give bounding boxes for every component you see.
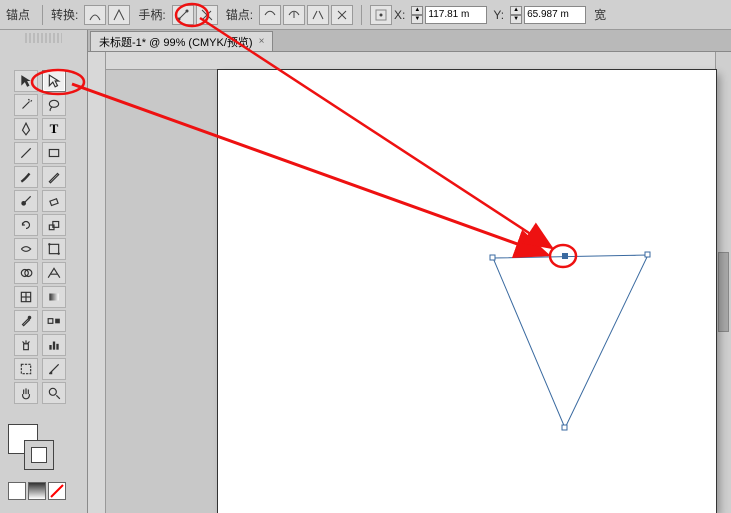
direct-selection-tool[interactable] <box>42 70 66 92</box>
type-tool[interactable]: T <box>42 118 66 140</box>
document-tab-bar: 未标题-1* @ 99% (CMYK/预览) × <box>0 30 731 52</box>
scrollbar-thumb[interactable] <box>718 252 729 332</box>
color-mode-solid[interactable] <box>8 482 26 500</box>
slice-tool[interactable] <box>42 358 66 380</box>
anchor2-label: 锚点: <box>226 6 253 23</box>
control-bar: 锚点 转换: 手柄: 锚点: X: ▲▼ Y: ▲▼ 宽 <box>0 0 731 30</box>
eyedropper-tool[interactable] <box>14 310 38 332</box>
color-mode-gradient[interactable] <box>28 482 46 500</box>
convert-corner-button[interactable] <box>108 5 130 25</box>
pen-tool[interactable] <box>14 118 38 140</box>
artboard[interactable] <box>218 70 716 513</box>
blob-brush-tool[interactable] <box>14 190 38 212</box>
artboard-tool[interactable] <box>14 358 38 380</box>
handle-label: 手柄: <box>138 6 165 23</box>
x-stepper[interactable]: ▲▼ <box>411 6 423 24</box>
width-tool[interactable] <box>14 238 38 260</box>
free-transform-tool[interactable] <box>42 238 66 260</box>
vector-drawing <box>218 70 716 513</box>
stroke-swatch[interactable] <box>24 440 54 470</box>
zoom-tool[interactable] <box>42 382 66 404</box>
anchor-add-button[interactable] <box>283 5 305 25</box>
blend-tool[interactable] <box>42 310 66 332</box>
symbol-sprayer-tool[interactable] <box>14 334 38 356</box>
pencil-tool[interactable] <box>42 166 66 188</box>
handle-show-button[interactable] <box>172 5 194 25</box>
close-icon[interactable]: × <box>259 36 265 47</box>
line-tool[interactable] <box>14 142 38 164</box>
ruler-horizontal <box>88 52 731 70</box>
selection-tool[interactable] <box>14 70 38 92</box>
brush-tool[interactable] <box>14 166 38 188</box>
y-label: Y: <box>493 8 504 22</box>
rotate-tool[interactable] <box>14 214 38 236</box>
toolbox: T <box>0 30 88 513</box>
x-input[interactable] <box>425 6 487 24</box>
column-graph-tool[interactable] <box>42 334 66 356</box>
scale-tool[interactable] <box>42 214 66 236</box>
color-mode-row <box>8 482 66 500</box>
anchor-remove-button[interactable] <box>259 5 281 25</box>
anchor-label: 锚点 <box>6 6 30 23</box>
magic-wand-tool[interactable] <box>14 94 38 116</box>
x-label: X: <box>394 8 405 22</box>
convert-label: 转换: <box>51 6 78 23</box>
y-input[interactable] <box>524 6 586 24</box>
divider <box>42 5 43 25</box>
ruler-vertical <box>88 52 106 513</box>
anchor-cut-button[interactable] <box>331 5 353 25</box>
color-mode-none[interactable] <box>48 482 66 500</box>
rectangle-tool[interactable] <box>42 142 66 164</box>
divider <box>361 5 362 25</box>
hand-tool[interactable] <box>14 382 38 404</box>
y-stepper[interactable]: ▲▼ <box>510 6 522 24</box>
shape-builder-tool[interactable] <box>14 262 38 284</box>
lasso-tool[interactable] <box>42 94 66 116</box>
gradient-tool[interactable] <box>42 286 66 308</box>
width-label: 宽 <box>594 6 606 23</box>
document-tab-title: 未标题-1* @ 99% (CMYK/预览) <box>99 34 253 50</box>
reference-point-button[interactable] <box>370 5 392 25</box>
document-tab[interactable]: 未标题-1* @ 99% (CMYK/预览) × <box>90 31 273 51</box>
eraser-tool[interactable] <box>42 190 66 212</box>
convert-smooth-button[interactable] <box>84 5 106 25</box>
handle-hide-button[interactable] <box>196 5 218 25</box>
mesh-tool[interactable] <box>14 286 38 308</box>
toolbox-drag-handle[interactable] <box>25 33 62 43</box>
anchor-connect-button[interactable] <box>307 5 329 25</box>
perspective-grid-tool[interactable] <box>42 262 66 284</box>
vertical-scrollbar[interactable] <box>715 52 731 513</box>
